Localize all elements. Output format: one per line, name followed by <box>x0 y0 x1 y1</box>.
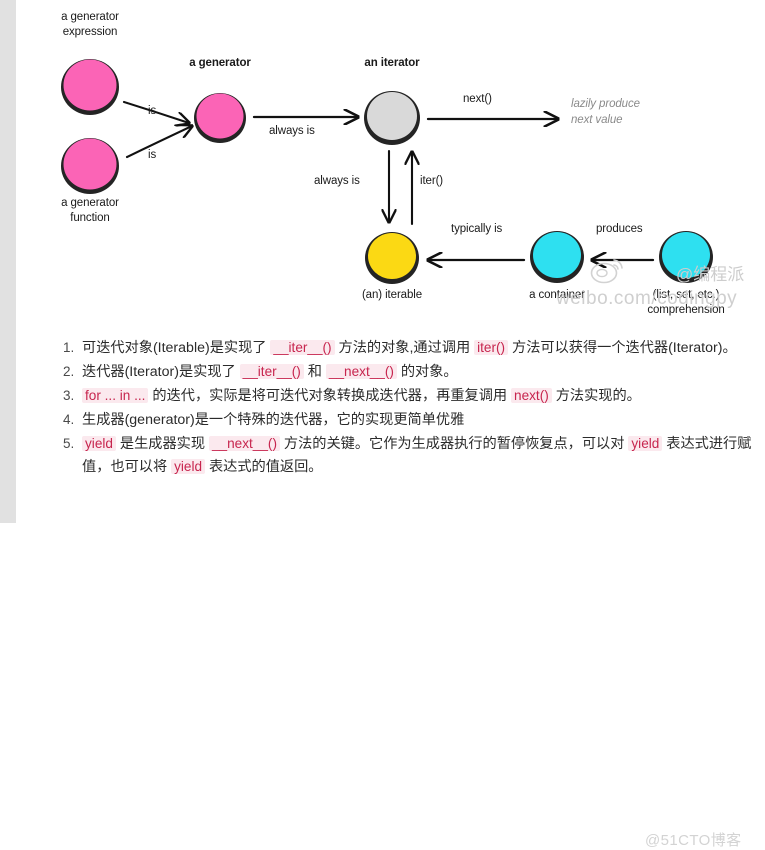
note-text: 方法的对象,通过调用 <box>334 340 475 356</box>
cto-blog-watermark: @51CTO博客 <box>645 832 742 849</box>
edge-genfunc-to-generator <box>125 126 192 159</box>
node-container <box>530 231 584 283</box>
left-gutter-band <box>0 0 16 523</box>
edge-label-always-is-generator: always is <box>269 125 315 137</box>
node-iterator <box>364 91 420 145</box>
inline-code: yield <box>171 459 206 474</box>
inline-code: iter() <box>474 340 509 355</box>
note-text: 迭代器(Iterator)是实现了 <box>82 364 240 380</box>
inline-code: __next__() <box>325 364 397 379</box>
inline-code: __iter__() <box>239 364 304 379</box>
note-lazily-produce-next-value: lazily produce next value <box>571 98 640 127</box>
notes-section: 可迭代对象(Iterable)是实现了 __iter__() 方法的对象,通过调… <box>16 337 765 849</box>
iterator-generator-diagram: a generator expression a generator funct… <box>16 0 765 335</box>
edge-label-genfunc-is: is <box>148 149 157 161</box>
diagram-canvas <box>61 59 713 284</box>
note-text: 生成器(generator)是一个特殊的迭代器，它的实现更简单优雅 <box>82 412 465 428</box>
inline-code: next() <box>511 388 552 403</box>
note-text: 方法的关键。它作为生成器执行的暂停恢复点，可以对 <box>279 436 629 452</box>
inline-code: __next__() <box>208 436 280 451</box>
node-generator-function <box>61 138 119 194</box>
inline-code: yield <box>82 436 116 451</box>
edge-label-iter: iter() <box>420 175 444 187</box>
note-text: 是生成器实现 <box>115 436 209 452</box>
edge-label-genexpr-is: is <box>148 105 157 117</box>
note-item: 可迭代对象(Iterable)是实现了 __iter__() 方法的对象,通过调… <box>78 337 765 360</box>
inline-code: for ... in ... <box>82 388 149 403</box>
note-item: yield 是生成器实现 __next__() 方法的关键。它作为生成器执行的暂… <box>78 433 765 479</box>
label-iterator: an iterator <box>364 57 420 69</box>
node-comprehension <box>659 231 713 283</box>
note-text: 的迭代，实际是将可迭代对象转换成迭代器，再重复调用 <box>148 388 512 404</box>
note-item: 生成器(generator)是一个特殊的迭代器，它的实现更简单优雅 <box>78 409 765 432</box>
label-iterable: (an) iterable <box>361 289 423 301</box>
note-text: 方法可以获得一个迭代器(Iterator)。 <box>508 340 737 356</box>
weibo-logo-icon <box>590 259 623 284</box>
inline-code: yield <box>628 436 663 451</box>
inline-code: __iter__() <box>270 340 335 355</box>
edge-label-next: next() <box>463 93 492 105</box>
label-container: a container <box>529 289 585 301</box>
node-generator <box>194 93 246 143</box>
node-generator-expression <box>61 59 119 115</box>
label-generator: a generator <box>189 57 251 69</box>
note-text: 的对象。 <box>396 364 458 380</box>
edge-label-typically-is: typically is <box>451 223 503 235</box>
note-text: 和 <box>303 364 326 380</box>
edge-label-produces: produces <box>596 223 643 235</box>
notes-list: 可迭代对象(Iterable)是实现了 __iter__() 方法的对象,通过调… <box>16 337 765 479</box>
label-generator-function: a generator function <box>61 197 119 225</box>
label-generator-expression: a generator expression <box>61 11 119 39</box>
edge-genexpr-to-generator <box>122 100 189 123</box>
node-iterable <box>365 232 419 284</box>
edge-label-always-is-iterable: always is <box>314 175 360 187</box>
note-item: for ... in ... 的迭代，实际是将可迭代对象转换成迭代器，再重复调用… <box>78 385 765 408</box>
note-text: 表达式的值返回。 <box>205 459 323 475</box>
note-item: 迭代器(Iterator)是实现了 __iter__() 和 __next__(… <box>78 361 765 384</box>
note-text: 方法实现的。 <box>551 388 641 404</box>
note-text: 可迭代对象(Iterable)是实现了 <box>82 340 271 356</box>
label-comprehension: (list, set, etc.) comprehension <box>647 289 725 317</box>
